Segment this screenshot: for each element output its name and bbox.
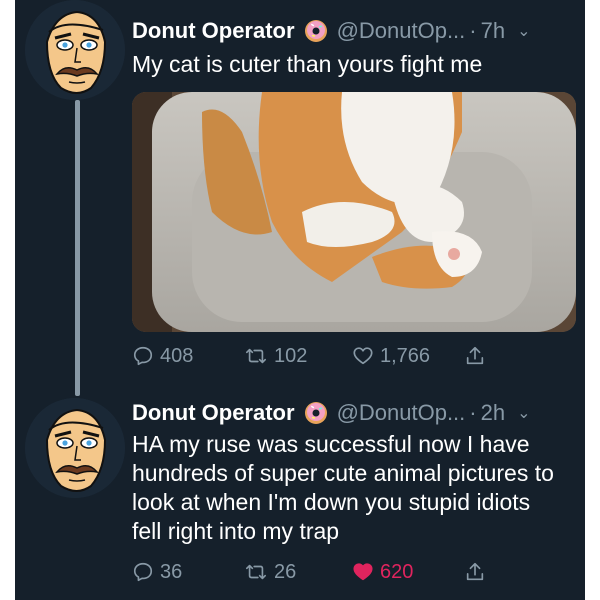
like-count: 1,766 — [380, 344, 431, 367]
tweet-media-photo[interactable] — [132, 92, 576, 332]
heart-filled-icon — [353, 563, 373, 581]
retweet-count: 102 — [274, 344, 308, 367]
retweet-count: 26 — [274, 560, 297, 583]
display-name[interactable]: Donut Operator — [132, 18, 295, 44]
donut-icon — [303, 18, 329, 44]
tweet-actions: 408 102 1,766 — [132, 342, 565, 370]
chevron-down-icon[interactable]: ⌄ — [517, 21, 530, 41]
like-button[interactable]: 1,766 — [352, 345, 464, 368]
display-name[interactable]: Donut Operator — [132, 400, 295, 426]
donut-icon — [303, 400, 329, 426]
like-count: 620 — [380, 560, 414, 583]
heart-outline-icon — [353, 347, 373, 365]
reply-button[interactable]: 36 — [132, 561, 244, 584]
avatar-face-icon — [25, 0, 125, 100]
avatar[interactable] — [25, 398, 125, 498]
reply-icon — [133, 562, 153, 582]
avatar[interactable] — [25, 0, 125, 100]
separator-dot: · — [469, 400, 477, 425]
tweet-header: Donut Operator @DonutOp... · 2h ⌄ — [132, 400, 575, 426]
chevron-down-icon[interactable]: ⌄ — [517, 403, 530, 423]
reply-count: 408 — [160, 344, 194, 367]
cat-photo-image — [132, 92, 576, 332]
twitter-thread: Donut Operator @DonutOp... · 7h ⌄ My cat… — [15, 0, 585, 600]
reply-button[interactable]: 408 — [132, 345, 244, 368]
separator-dot: · — [469, 18, 477, 43]
share-button[interactable] — [464, 345, 486, 367]
share-button[interactable] — [464, 561, 486, 583]
reply-count: 36 — [160, 560, 183, 583]
avatar-face-icon — [25, 398, 125, 498]
share-icon — [466, 346, 484, 365]
handle[interactable]: @DonutOp... — [337, 400, 466, 426]
retweet-icon — [246, 564, 266, 580]
retweet-button[interactable]: 102 — [244, 345, 352, 368]
timestamp[interactable]: 2h — [481, 400, 505, 426]
timestamp[interactable]: 7h — [481, 18, 505, 44]
tweet-text: My cat is cuter than yours fight me — [132, 51, 483, 77]
handle[interactable]: @DonutOp... — [337, 18, 466, 44]
retweet-icon — [246, 348, 266, 364]
tweet-actions: 36 26 620 — [132, 558, 565, 586]
tweet-text: HA my ruse was successful now I have hun… — [132, 431, 554, 544]
tweet-header: Donut Operator @DonutOp... · 7h ⌄ — [132, 18, 575, 44]
like-button[interactable]: 620 — [352, 561, 464, 584]
retweet-button[interactable]: 26 — [244, 561, 352, 584]
thread-connector-line — [75, 100, 80, 396]
reply-icon — [133, 346, 153, 366]
share-icon — [466, 562, 484, 581]
